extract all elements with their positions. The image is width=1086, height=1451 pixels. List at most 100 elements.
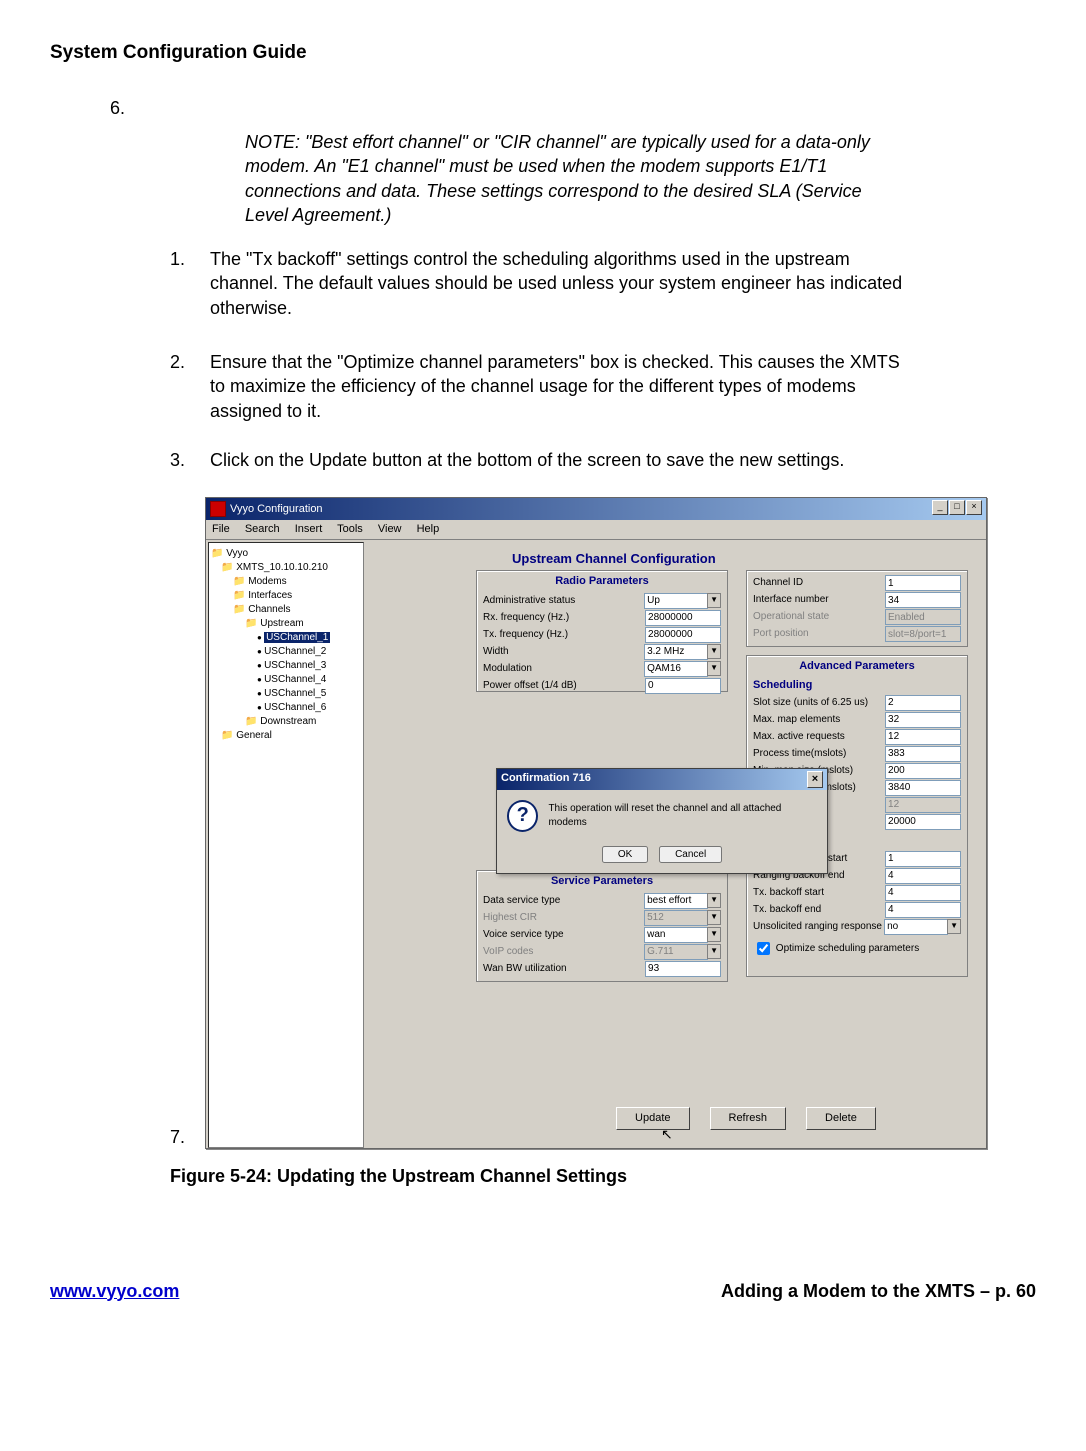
main-pane: Upstream Channel Configuration Radio Par… [366,540,986,1150]
update-button[interactable]: Update [616,1107,689,1130]
info-input[interactable] [885,592,961,608]
info-input [885,609,961,625]
tree-us4[interactable]: USChannel_4 [211,673,361,687]
info-panel: Channel ID Interface number Operational st… [746,570,968,647]
info-row: Port position [753,626,961,642]
radio-input[interactable] [645,627,721,643]
sched-input[interactable] [885,746,961,762]
info-label: Port position [753,627,885,641]
mac-input[interactable] [885,902,961,918]
dropdown-icon[interactable]: ▼ [947,919,961,934]
tree-downstream[interactable]: Downstream [211,715,361,729]
dialog-close-icon[interactable]: × [807,771,823,788]
info-row: Operational state [753,609,961,625]
tree-interfaces[interactable]: Interfaces [211,589,361,603]
page-title: Upstream Channel Configuration [512,550,978,568]
para-2: 2.Ensure that the "Optimize channel para… [170,350,916,423]
sched-input[interactable] [885,814,961,830]
dropdown-icon[interactable]: ▼ [707,893,721,908]
sched-input[interactable] [885,695,961,711]
footer-link[interactable]: www.vyyo.com [50,1279,179,1303]
svc-input[interactable] [644,927,708,943]
para-1-num: 1. [170,247,210,271]
mac-row: Unsolicited ranging response▼ [753,919,961,935]
sched-head: Scheduling [753,678,967,693]
mac-input[interactable] [885,851,961,867]
sched-input[interactable] [885,729,961,745]
tree-upstream[interactable]: Upstream [211,617,361,631]
dialog-cancel-button[interactable]: Cancel [659,846,722,863]
info-label: Operational state [753,610,885,624]
svc-input [644,944,708,960]
tree-general[interactable]: General [211,729,361,743]
mac-input[interactable] [884,919,948,935]
svc-input[interactable] [644,893,708,909]
radio-input[interactable] [644,644,708,660]
sched-row: Slot size (units of 6.25 us) [753,695,961,711]
tree-us1[interactable]: USChannel_1 [211,631,361,645]
radio-input[interactable] [644,593,708,609]
delete-button[interactable]: Delete [806,1107,876,1130]
dropdown-icon: ▼ [707,910,721,925]
refresh-button[interactable]: Refresh [710,1107,787,1130]
tree-us5[interactable]: USChannel_5 [211,687,361,701]
tree-us2[interactable]: USChannel_2 [211,645,361,659]
minimize-button[interactable]: _ [932,500,948,515]
para-1: 1.The "Tx backoff" settings control the … [170,247,916,320]
tree-view[interactable]: Vyyo XMTS_10.10.10.210 Modems Interfaces… [208,542,364,1148]
radio-input[interactable] [644,661,708,677]
maximize-button[interactable]: □ [949,500,965,515]
radio-input[interactable] [645,610,721,626]
close-button[interactable]: × [966,500,982,515]
radio-label: Power offset (1/4 dB) [483,679,645,693]
sched-label: Max. map elements [753,713,885,727]
info-row: Interface number [753,592,961,608]
para-3: 3.Click on the Update button at the bott… [170,448,916,472]
action-buttons: Update Refresh Delete [616,1107,876,1130]
dropdown-icon[interactable]: ▼ [707,593,721,608]
menu-view[interactable]: View [378,523,402,535]
note-text: NOTE: "Best effort channel" or "CIR chan… [245,130,886,227]
svc-input[interactable] [645,961,721,977]
question-icon: ? [507,800,538,832]
radio-row: Rx. frequency (Hz.) [483,610,721,626]
radio-label: Tx. frequency (Hz.) [483,628,645,642]
menu-search[interactable]: Search [245,523,280,535]
mac-input[interactable] [885,868,961,884]
dropdown-icon[interactable]: ▼ [707,927,721,942]
dropdown-icon[interactable]: ▼ [707,644,721,659]
info-input [885,626,961,642]
optimize-check-input[interactable] [757,942,770,955]
para-3-text: Click on the Update button at the bottom… [210,450,844,470]
tree-us6[interactable]: USChannel_6 [211,701,361,715]
svc-label: Highest CIR [483,911,644,925]
tree-modems[interactable]: Modems [211,575,361,589]
sched-input[interactable] [885,712,961,728]
radio-input[interactable] [645,678,721,694]
info-label: Channel ID [753,576,885,590]
menu-file[interactable]: File [212,523,230,535]
tree-xmts[interactable]: XMTS_10.10.10.210 [211,561,361,575]
menu-tools[interactable]: Tools [337,523,363,535]
radio-row: Modulation▼ [483,661,721,677]
list-num-7: 7. [170,1125,185,1149]
tree-root[interactable]: Vyyo [211,547,361,561]
sched-input[interactable] [885,780,961,796]
mac-row: Tx. backoff end [753,902,961,918]
tree-us3[interactable]: USChannel_3 [211,659,361,673]
sched-input[interactable] [885,763,961,779]
radio-row: Width▼ [483,644,721,660]
mac-input[interactable] [885,885,961,901]
tree-channels[interactable]: Channels [211,603,361,617]
info-input[interactable] [885,575,961,591]
svc-row: Highest CIR ▼ [483,910,721,926]
sched-label: Slot size (units of 6.25 us) [753,696,885,710]
dropdown-icon[interactable]: ▼ [707,661,721,676]
menu-insert[interactable]: Insert [295,523,323,535]
menu-help[interactable]: Help [417,523,440,535]
dialog-ok-button[interactable]: OK [602,846,648,863]
para-1-text: The "Tx backoff" settings control the sc… [210,249,902,318]
radio-row: Tx. frequency (Hz.) [483,627,721,643]
optimize-checkbox[interactable]: Optimize scheduling parameters [753,939,961,958]
radio-row: Administrative status▼ [483,593,721,609]
